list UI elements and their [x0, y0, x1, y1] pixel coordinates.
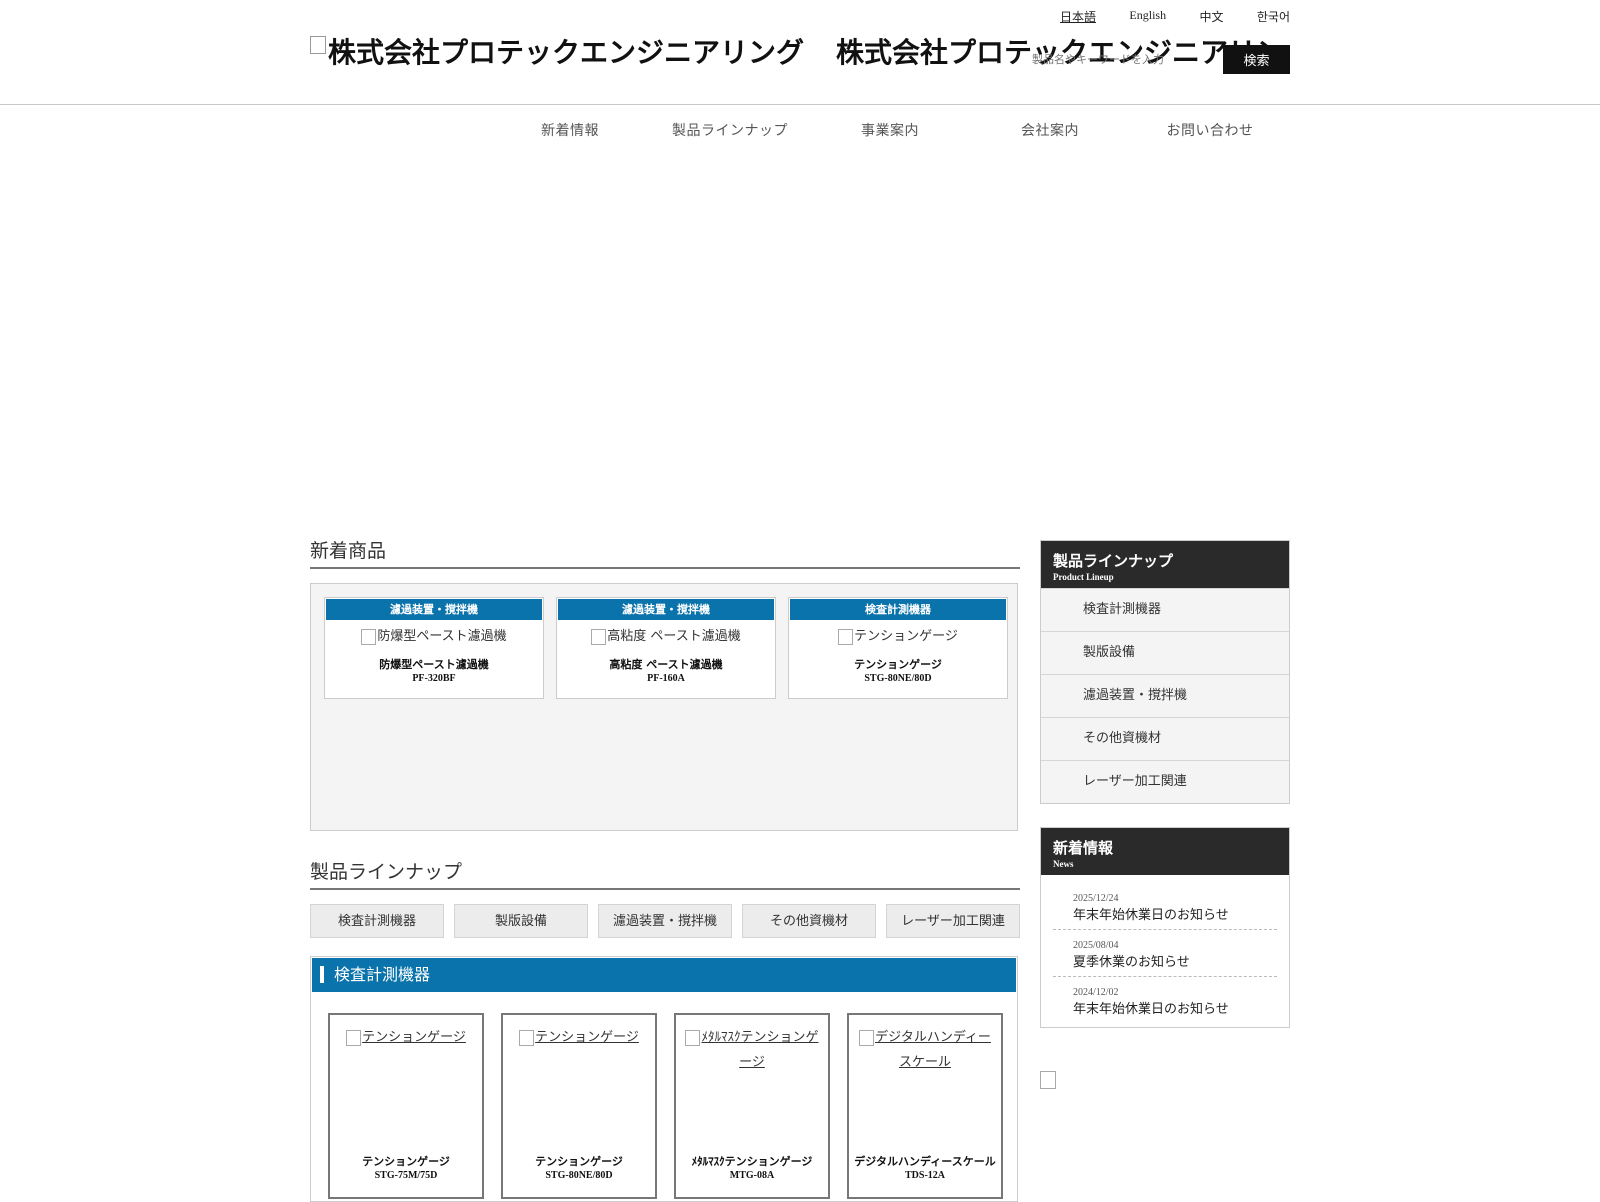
sidebar-item-other-materials[interactable]: その他資機材	[1041, 717, 1289, 760]
image-alt-text: テンションゲージ	[535, 1030, 639, 1045]
news-item[interactable]: 2024/12/02 年末年始休業日のお知らせ	[1053, 977, 1277, 1023]
lang-japanese[interactable]: 日本語	[1060, 8, 1096, 26]
product-image[interactable]: デジタルハンディースケール	[849, 1025, 1001, 1075]
global-nav: 新着情報 製品ラインナップ 事業案内 会社案内 お問い合わせ	[490, 120, 1290, 144]
lineup-tabs: 検査計測機器 製版設備 濾過装置・撹拌機 その他資機材 レーザー加工関連	[310, 904, 1020, 938]
product-name: 防爆型ペースト濾過機	[379, 658, 489, 671]
broken-image-icon	[859, 1029, 875, 1046]
sidebar-item-inspection[interactable]: 検査計測機器	[1041, 588, 1289, 631]
sidebar-lineup: 製品ラインナップ Product Lineup 検査計測機器 製版設備 濾過装置…	[1040, 540, 1290, 804]
new-products-box: 濾過装置・撹拌機 防爆型ペースト濾過機 防爆型ペースト濾過機 PF-320BF …	[310, 583, 1018, 831]
category-title: 検査計測機器	[312, 958, 1016, 992]
broken-image-icon	[519, 1029, 535, 1046]
sidebar-news-title: 新着情報	[1053, 839, 1114, 857]
sidebar-item-laser[interactable]: レーザー加工関連	[1041, 760, 1289, 803]
image-alt-text: テンションゲージ	[854, 629, 958, 644]
news-date: 2024/12/02	[1073, 987, 1119, 998]
product-model: MTG-08A	[729, 1170, 775, 1181]
nav-product-lineup[interactable]: 製品ラインナップ	[650, 120, 810, 144]
news-title[interactable]: 年末年始休業日のお知らせ	[1073, 904, 1257, 923]
sidebar-news: 新着情報 News 2025/12/24 年末年始休業日のお知らせ 2025/0…	[1040, 827, 1290, 1028]
nav-news[interactable]: 新着情報	[490, 120, 650, 144]
sidebar-news-subtitle: News	[1053, 859, 1074, 869]
image-alt-text: デジタルハンディースケール	[875, 1030, 991, 1070]
product-model: STG-80NE/80D	[545, 1170, 613, 1181]
tab-inspection[interactable]: 検査計測機器	[310, 904, 444, 938]
product-image: 防爆型ペースト濾過機	[325, 627, 543, 647]
sidebar-lineup-subtitle: Product Lineup	[1053, 572, 1114, 582]
product-name: テンションゲージ	[535, 1155, 623, 1168]
new-product-card[interactable]: 濾過装置・撹拌機 防爆型ペースト濾過機 防爆型ペースト濾過機 PF-320BF	[324, 597, 544, 699]
news-title[interactable]: 夏季休業のお知らせ	[1073, 951, 1257, 970]
product-name: テンションゲージ	[854, 658, 942, 671]
lang-chinese[interactable]: 中文	[1199, 8, 1223, 26]
tab-other-materials[interactable]: その他資機材	[742, 904, 876, 938]
lineup-heading: 製品ラインナップ	[310, 857, 1020, 890]
broken-image-icon	[310, 36, 326, 54]
product-category-label: 濾過装置・撹拌機	[326, 599, 542, 620]
product-name: デジタルハンディースケール	[854, 1155, 996, 1168]
nav-contact[interactable]: お問い合わせ	[1130, 120, 1290, 144]
sidebar-lineup-header: 製品ラインナップ Product Lineup	[1041, 541, 1289, 588]
logo-alt-text: 株式会社プロテックエンジニアリング	[328, 36, 805, 69]
sidebar-item-platemaking[interactable]: 製版設備	[1041, 631, 1289, 674]
product-category-label: 濾過装置・撹拌機	[558, 599, 774, 620]
product-name: ﾒﾀﾙﾏｽｸテンションゲージ	[691, 1155, 813, 1168]
broken-image-icon	[685, 1029, 701, 1046]
broken-image-icon	[361, 628, 377, 645]
new-product-card[interactable]: 濾過装置・撹拌機 高粘度 ペースト濾過機 高粘度 ペースト濾過機 PF-160A	[556, 597, 776, 699]
new-product-card[interactable]: 検査計測機器 テンションゲージ テンションゲージ STG-80NE/80D	[788, 597, 1008, 699]
lineup-item-card[interactable]: テンションゲージ テンションゲージ STG-80NE/80D	[501, 1013, 657, 1199]
header-divider	[0, 104, 1600, 105]
news-title[interactable]: 年末年始休業日のお知らせ	[1073, 998, 1257, 1017]
sidebar-item-filtration[interactable]: 濾過装置・撹拌機	[1041, 674, 1289, 717]
product-model: STG-75M/75D	[374, 1170, 438, 1181]
search-button[interactable]: 検索	[1223, 45, 1290, 74]
image-alt-text: テンションゲージ	[362, 1030, 466, 1045]
nav-business[interactable]: 事業案内	[810, 120, 970, 144]
search-input[interactable]	[1030, 46, 1224, 72]
product-model: PF-160A	[647, 673, 685, 684]
news-item[interactable]: 2025/12/24 年末年始休業日のお知らせ	[1053, 883, 1277, 930]
product-image[interactable]: テンションゲージ	[503, 1025, 655, 1050]
lang-korean[interactable]: 한국어	[1257, 8, 1290, 26]
category-panel: 検査計測機器 テンションゲージ テンションゲージ STG-75M/75D テンシ…	[310, 956, 1018, 1202]
product-image[interactable]: テンションゲージ	[330, 1025, 482, 1050]
sidebar-banner-image[interactable]	[1040, 1071, 1056, 1089]
news-date: 2025/08/04	[1073, 940, 1119, 951]
language-switcher: 日本語 English 中文 한국어	[1060, 8, 1290, 26]
product-image: 高粘度 ペースト濾過機	[557, 627, 775, 647]
product-model: PF-320BF	[412, 673, 456, 684]
product-name: テンションゲージ	[362, 1155, 450, 1168]
broken-image-icon	[591, 628, 607, 645]
nav-company[interactable]: 会社案内	[970, 120, 1130, 144]
image-alt-text: ﾒﾀﾙﾏｽｸテンションゲージ	[701, 1030, 819, 1070]
product-image[interactable]: ﾒﾀﾙﾏｽｸテンションゲージ	[676, 1025, 828, 1075]
tab-laser[interactable]: レーザー加工関連	[886, 904, 1020, 938]
lineup-item-card[interactable]: ﾒﾀﾙﾏｽｸテンションゲージ ﾒﾀﾙﾏｽｸテンションゲージ MTG-08A	[674, 1013, 830, 1199]
product-model: STG-80NE/80D	[864, 673, 932, 684]
product-name: 高粘度 ペースト濾過機	[609, 658, 723, 671]
image-alt-text: 防爆型ペースト濾過機	[377, 629, 507, 644]
lang-english[interactable]: English	[1129, 8, 1166, 26]
tab-platemaking[interactable]: 製版設備	[454, 904, 588, 938]
news-item[interactable]: 2025/08/04 夏季休業のお知らせ	[1053, 930, 1277, 977]
tab-filtration[interactable]: 濾過装置・撹拌機	[598, 904, 732, 938]
product-category-label: 検査計測機器	[790, 599, 1006, 620]
broken-image-icon	[838, 628, 854, 645]
broken-image-icon	[346, 1029, 362, 1046]
sidebar-lineup-title: 製品ラインナップ	[1053, 552, 1174, 570]
product-model: TDS-12A	[904, 1170, 945, 1181]
lineup-item-card[interactable]: デジタルハンディースケール デジタルハンディースケール TDS-12A	[847, 1013, 1003, 1199]
image-alt-text: 高粘度 ペースト濾過機	[607, 629, 741, 644]
new-products-heading: 新着商品	[310, 536, 1020, 569]
lineup-item-card[interactable]: テンションゲージ テンションゲージ STG-75M/75D	[328, 1013, 484, 1199]
news-date: 2025/12/24	[1073, 893, 1119, 904]
sidebar-news-header: 新着情報 News	[1041, 828, 1289, 875]
product-image: テンションゲージ	[789, 627, 1007, 647]
